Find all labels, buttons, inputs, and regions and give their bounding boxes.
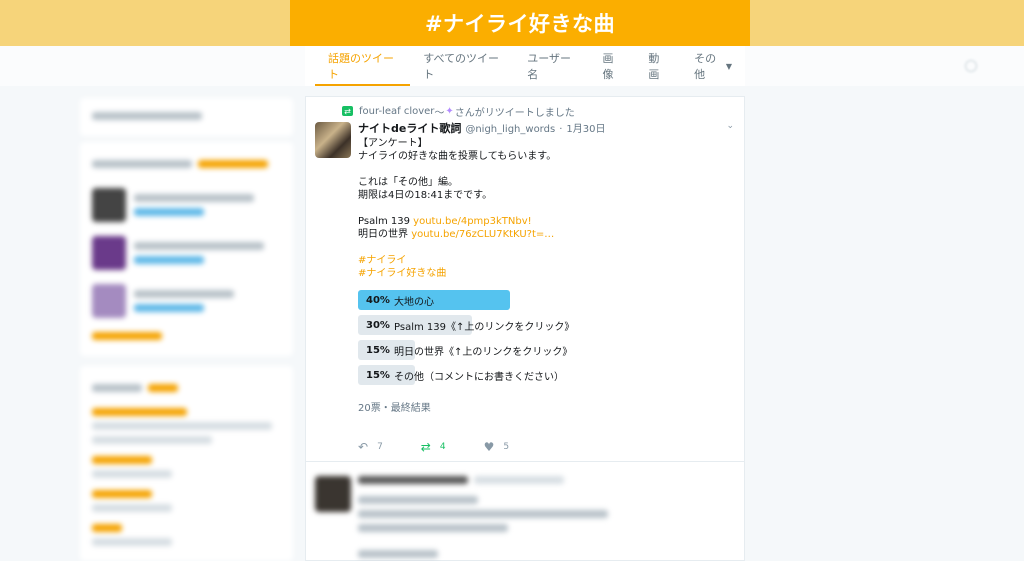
poll-option: 15% その他（コメントにお書きください） <box>358 365 730 385</box>
tweet-line: 期限は4日の18:41までです。 <box>358 190 493 201</box>
tab-videos[interactable]: 動画 <box>635 46 681 86</box>
poll-percent: 40% <box>366 294 390 306</box>
trends-card <box>80 366 293 561</box>
timeline: ⇄ four-leaf clover 〜 ✦ さんがリツイートしました ⌄ ナイトde… <box>305 96 745 561</box>
like-count: 5 <box>503 442 510 452</box>
reply-button[interactable]: ↶ 7 <box>358 440 383 454</box>
tab-label: 画像 <box>602 52 614 81</box>
tweet-line: 明日の世界 <box>358 229 412 240</box>
tab-label: すべてのツイート <box>423 52 500 81</box>
poll-meta: 20票・最終結果 <box>358 403 431 414</box>
poll-label: 大地の心 <box>394 296 434 308</box>
sparkle-icon: ✦ <box>445 105 454 117</box>
tab-all-tweets[interactable]: すべてのツイート <box>410 46 514 86</box>
poll: 40% 大地の心 30% Psalm 139《↑上のリンクをクリック》 15% … <box>358 290 730 414</box>
tweet-line: これは「その他」編。 <box>358 177 458 188</box>
tab-images[interactable]: 画像 <box>590 46 636 86</box>
tab-label: ユーザー名 <box>527 52 572 81</box>
heart-icon: ♥ <box>483 440 495 454</box>
tab-label: その他 <box>694 52 717 81</box>
tweet-line: 【アンケート】 <box>358 138 428 149</box>
tweet-header: ナイトdeライト歌詞 @nigh_ligh_words · 1月30日 <box>358 120 730 136</box>
author-name[interactable]: ナイトdeライト歌詞 <box>358 120 461 136</box>
poll-label: 明日の世界《↑上のリンクをクリック》 <box>394 346 573 358</box>
author-handle[interactable]: @nigh_ligh_words <box>465 124 555 135</box>
poll-percent: 15% <box>366 344 390 356</box>
hashtag-link[interactable]: #ナイライ好きな曲 <box>358 267 730 280</box>
retweeter-name[interactable]: four-leaf clover <box>359 106 434 117</box>
tab-more[interactable]: その他 ▼ <box>681 46 745 86</box>
retweet-icon: ⇄ <box>420 440 431 454</box>
tweet-text: 【アンケート】 ナイライの好きな曲を投票してもらいます。 これは「その他」編。 … <box>358 137 730 280</box>
tweet-link[interactable]: youtu.be/76zCLU7KtKU?t=… <box>411 229 554 240</box>
poll-option: 40% 大地の心 <box>358 290 730 310</box>
tweet-line: ナイライの好きな曲を投票してもらいます。 <box>358 151 557 162</box>
poll-label: その他（コメントにお書きください） <box>394 371 564 383</box>
tweet-date[interactable]: 1月30日 <box>566 120 605 135</box>
poll-option: 15% 明日の世界《↑上のリンクをクリック》 <box>358 340 730 360</box>
retweet-icon: ⇄ <box>342 106 353 116</box>
tweet[interactable]: ⇄ four-leaf clover 〜 ✦ さんがリツイートしました ⌄ ナイトde… <box>306 97 744 462</box>
poll-option: 30% Psalm 139《↑上のリンクをクリック》 <box>358 315 730 335</box>
tab-label: 話題のツイート <box>328 52 394 81</box>
tab-label: 動画 <box>648 52 660 81</box>
retweeter-name-suffix: 〜 <box>434 107 445 119</box>
avatar[interactable] <box>315 122 351 158</box>
reply-icon: ↶ <box>358 440 369 454</box>
date-separator: · <box>559 124 563 135</box>
header-banner: #ナイライ好きな曲 <box>290 0 750 46</box>
tab-top-tweets[interactable]: 話題のツイート <box>315 46 411 86</box>
who-to-follow-card <box>80 142 293 356</box>
hashtag-link[interactable]: #ナイライ <box>358 254 730 267</box>
search-nav: 話題のツイート すべてのツイート ユーザー名 画像 動画 その他 ▼ <box>305 46 745 86</box>
search-icon[interactable] <box>965 60 977 72</box>
poll-percent: 30% <box>366 319 390 331</box>
search-filters-card <box>80 98 293 136</box>
tweet-line: Psalm 139 <box>358 216 414 227</box>
page-title: #ナイライ好きな曲 <box>424 12 616 36</box>
poll-percent: 15% <box>366 369 390 381</box>
retweet-count: 4 <box>439 442 446 452</box>
retweet-button[interactable]: ⇄ 4 <box>421 440 446 454</box>
retweet-text: さんがリツイートしました <box>454 107 575 119</box>
like-button[interactable]: ♥ 5 <box>484 440 510 454</box>
chevron-down-icon: ▼ <box>725 61 732 71</box>
tweet-link[interactable]: youtu.be/4pmp3kTNbv! <box>413 216 532 227</box>
retweet-context: ⇄ four-leaf clover 〜 ✦ さんがリツイートしました <box>342 105 730 119</box>
tweet-blurred <box>306 462 744 558</box>
poll-label: Psalm 139《↑上のリンクをクリック》 <box>394 321 575 333</box>
reply-count: 7 <box>377 442 383 452</box>
tweet-actions: ↶ 7 ⇄ 4 ♥ 5 <box>358 440 730 454</box>
tab-users[interactable]: ユーザー名 <box>514 46 589 86</box>
chevron-down-icon[interactable]: ⌄ <box>726 121 734 131</box>
